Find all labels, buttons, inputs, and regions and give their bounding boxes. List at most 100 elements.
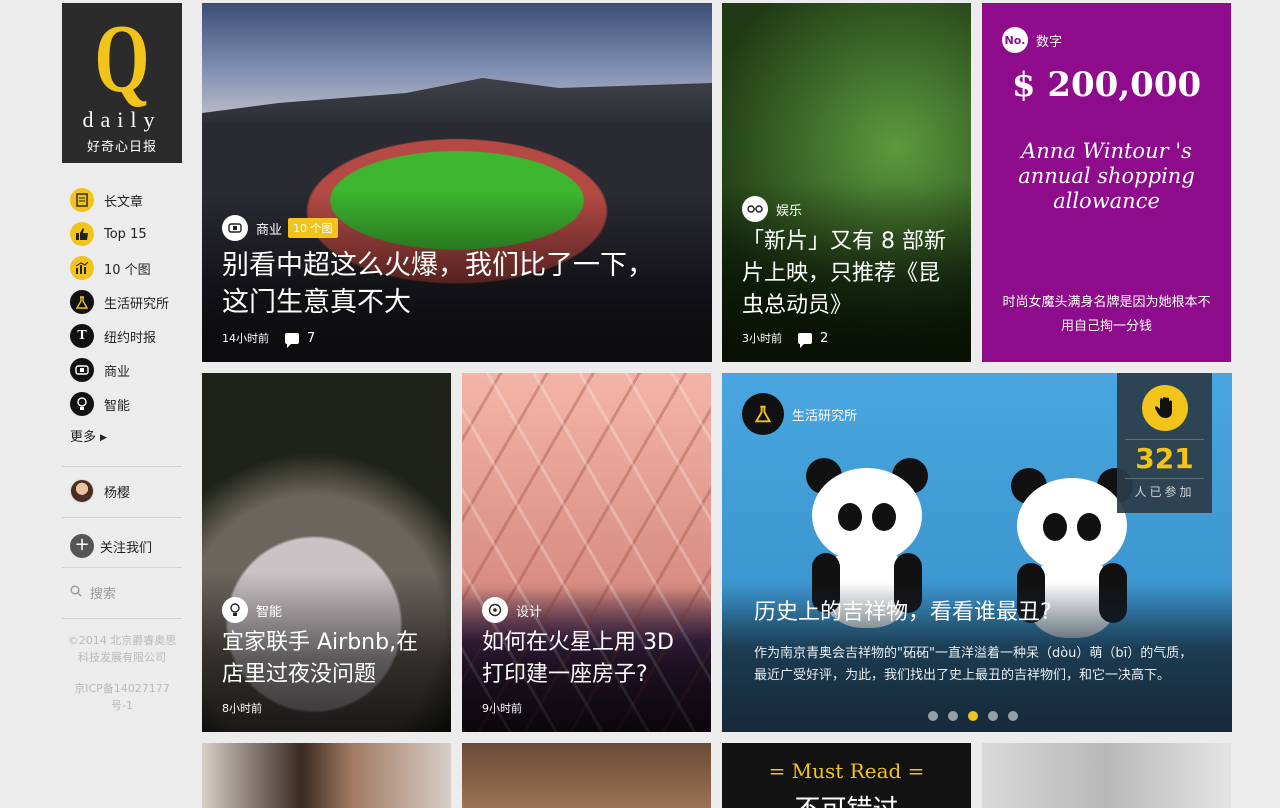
card-tag[interactable]: 生活研究所	[742, 393, 857, 435]
card-tag[interactable]: No. 数字	[1002, 27, 1062, 53]
sidebar-item-label: 长文章	[104, 194, 144, 210]
lightbulb-icon	[70, 392, 94, 416]
carousel-dot[interactable]	[928, 711, 938, 721]
carousel-dot[interactable]	[948, 711, 958, 721]
card-title[interactable]: 如何在火星上用 3D 打印建一座房子?	[482, 627, 697, 691]
caret-right-icon: ▶	[100, 433, 107, 443]
divider	[62, 567, 182, 568]
card-tag[interactable]: 商业 10 个图	[222, 215, 338, 241]
sidebar-item-label: 商业	[104, 364, 131, 380]
number-card[interactable]: No. 数字 $ 200,000 Anna Wintour 's annual …	[982, 3, 1231, 362]
more-link[interactable]: 更多 ▶	[70, 426, 107, 445]
sidebar-item-label: 纽约时报	[104, 330, 157, 346]
flask-icon	[70, 290, 94, 314]
tag-label: 生活研究所	[792, 408, 858, 424]
card-description: 作为南京青奥会吉祥物的"砳砳"一直洋溢着一种呆（dòu）萌（bī）的气质，最近广…	[754, 646, 1193, 683]
sidebar-item-10-pics[interactable]: 10 个图	[62, 251, 182, 285]
number-description: 时尚女魔头满身名牌是因为她根本不用自己掏一分钱	[1002, 295, 1211, 334]
thumbs-up-icon	[70, 222, 94, 246]
follow-label: 关注我们	[100, 540, 153, 556]
number-icon: No.	[1002, 27, 1028, 53]
card-title[interactable]: 「新片」又有 8 部新片上映，只推荐《昆虫总动员》	[742, 226, 957, 322]
tag-label: 智能	[256, 604, 283, 620]
glasses-icon	[742, 196, 768, 222]
sidebar-item-lab[interactable]: 生活研究所	[62, 285, 182, 319]
carousel-dot[interactable]	[988, 711, 998, 721]
plus-icon: +	[70, 534, 94, 558]
must-read-title: = Must Read =	[768, 759, 925, 783]
tag-label: 数字	[1036, 34, 1063, 50]
business-icon	[222, 215, 248, 241]
comment-icon	[798, 332, 812, 348]
number-headline: Anna Wintour 's annual shopping allowanc…	[1018, 139, 1195, 213]
search-button[interactable]: 搜索	[70, 583, 116, 602]
hand-icon	[1141, 385, 1188, 431]
comment-count[interactable]: 2	[820, 331, 828, 346]
follow-button[interactable]: + 关注我们	[70, 534, 152, 558]
tag-label: 设计	[516, 604, 543, 620]
article-card-movie[interactable]: 娱乐 「新片」又有 8 部新片上映，只推荐《昆虫总动员》 3小时前 2	[722, 3, 971, 362]
carousel-dot[interactable]	[1008, 711, 1018, 721]
article-card-mascot[interactable]: 生活研究所 321 人已参加 历史上的吉祥物，看看谁最丑? 作为南京青奥会吉祥物…	[722, 373, 1232, 732]
article-card-stadium[interactable]: 商业 10 个图 别看中超这么火爆，我们比了一下，这门生意真不大 14小时前 7	[202, 3, 712, 362]
carousel-dots	[928, 711, 1018, 721]
card-meta: 8小时前	[222, 700, 262, 716]
divider	[62, 517, 182, 518]
lightbulb-icon	[222, 597, 248, 623]
avatar	[70, 479, 94, 503]
card-title[interactable]: 宜家联手 Airbnb,在店里过夜没问题	[222, 627, 437, 691]
carousel-dot-active[interactable]	[968, 711, 978, 721]
comment-count[interactable]: 7	[307, 331, 315, 346]
sidebar-item-label: Top 15	[104, 226, 147, 242]
logo-letter: Q	[94, 5, 150, 113]
card-time: 3小时前	[742, 332, 782, 345]
copyright-line: ©2014 北京爵睿奥思	[67, 634, 177, 647]
card-title[interactable]: 别看中超这么火爆，我们比了一下，这门生意真不大	[222, 247, 672, 321]
vote-label: 人已参加	[1134, 485, 1195, 499]
must-read-card[interactable]: = Must Read = 不可错过	[722, 743, 971, 808]
article-card-partial[interactable]	[982, 743, 1231, 808]
chart-icon	[70, 256, 94, 280]
sidebar-item-label: 智能	[104, 398, 131, 414]
search-icon	[70, 585, 82, 601]
card-tag[interactable]: 娱乐	[742, 196, 802, 222]
vote-count: 321	[1125, 439, 1204, 479]
card-title[interactable]: 历史上的吉祥物，看看谁最丑?	[754, 598, 1194, 628]
card-meta: 14小时前 7	[222, 330, 315, 348]
nyt-icon: T	[70, 324, 94, 348]
card-time: 9小时前	[482, 702, 522, 715]
document-icon	[70, 188, 94, 212]
comment-icon	[285, 332, 299, 348]
tag-label: 商业	[256, 222, 283, 238]
sidebar-item-top15[interactable]: Top 15	[62, 217, 182, 251]
article-card-3d-print[interactable]: 设计 如何在火星上用 3D 打印建一座房子? 9小时前	[462, 373, 711, 732]
vote-box[interactable]: 321 人已参加	[1117, 373, 1212, 513]
user-name: 杨樱	[104, 485, 131, 501]
gallery-badge: 10 个图	[288, 218, 338, 238]
sidebar-item-smart[interactable]: 智能	[62, 387, 182, 421]
article-card-partial[interactable]	[462, 743, 711, 808]
icp-line: 号-1	[111, 699, 133, 712]
sidebar-nav: 长文章 Top 15 10 个图 生活研究所 T 纽约时报 商业 智能	[62, 183, 182, 421]
copyright-line: 科技发展有限公司	[78, 651, 166, 664]
design-icon	[482, 597, 508, 623]
must-read-subtitle: 不可错过	[722, 789, 971, 808]
copyright: ©2014 北京爵睿奥思 科技发展有限公司 京ICP备14027177 号-1	[62, 632, 182, 714]
number-amount: $ 200,000	[1011, 65, 1202, 105]
sidebar-item-long-article[interactable]: 长文章	[62, 183, 182, 217]
card-tag[interactable]: 智能	[222, 597, 282, 623]
logo-cn: 好奇心日报	[86, 140, 157, 155]
card-time: 8小时前	[222, 702, 262, 715]
more-label: 更多	[70, 430, 97, 445]
icp-line: 京ICP备14027177	[74, 682, 170, 695]
article-card-airbnb[interactable]: 智能 宜家联手 Airbnb,在店里过夜没问题 8小时前	[202, 373, 451, 732]
sidebar-item-business[interactable]: 商业	[62, 353, 182, 387]
user-profile[interactable]: 杨樱	[70, 479, 130, 503]
logo[interactable]: Q daily 好奇心日报	[62, 3, 182, 163]
business-icon	[70, 358, 94, 382]
sidebar-item-label: 生活研究所	[104, 296, 170, 312]
article-card-partial[interactable]	[202, 743, 451, 808]
sidebar-item-nyt[interactable]: T 纽约时报	[62, 319, 182, 353]
card-tag[interactable]: 设计	[482, 597, 542, 623]
card-meta: 9小时前	[482, 700, 522, 716]
